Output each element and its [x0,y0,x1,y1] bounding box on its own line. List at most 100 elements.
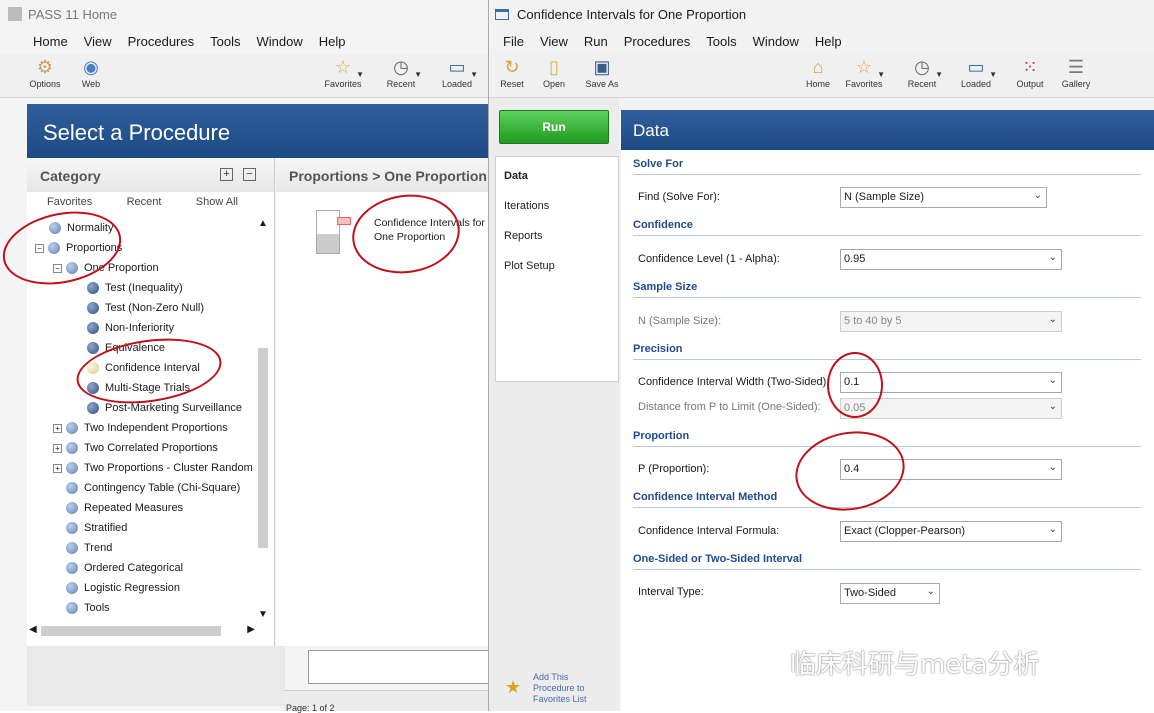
windows-icon: ▭ [448,57,466,77]
menu-home[interactable]: Home [25,34,76,49]
expand-icon[interactable]: + [53,423,62,433]
chevron-down-icon: ▼ [877,70,885,79]
tab-iterations[interactable]: Iterations [496,191,618,221]
tree-horizontal-scrollbar[interactable]: ◀ ▶ [27,624,257,638]
favorites-button[interactable]: ☆ Favorites ▼ [320,56,366,89]
menu-view[interactable]: View [532,34,576,49]
data-panel-title: Data [621,110,1154,150]
expand-icon[interactable]: + [53,463,62,473]
confidence-level-dropdown[interactable]: 0.95 ⌄ [840,249,1062,270]
category-header: Category + − [27,158,274,192]
chevron-down-icon: ⌄ [1048,314,1057,325]
page-status: Page: 1 of 2 [284,690,490,713]
node-icon [87,342,99,354]
scroll-up-icon[interactable]: ▲ [258,218,268,229]
procedure-left-pane: Run Data Iterations Reports Plot Setup ★… [489,98,619,711]
procedure-document-icon[interactable] [316,210,351,254]
loaded-button[interactable]: ▭ Loaded ▼ [953,56,999,89]
star-icon: ☆ [334,57,352,77]
procedure-breadcrumb: Proportions > One Proportion [276,158,490,192]
tree-item-cluster-random[interactable]: + Two Proportions - Cluster Random [53,458,253,478]
scroll-thumb[interactable] [258,348,268,548]
node-icon [66,602,78,614]
chevron-down-icon: ⌄ [1048,375,1057,386]
tab-data[interactable]: Data [496,161,618,191]
tab-plot-setup[interactable]: Plot Setup [496,251,618,281]
home-button[interactable]: ⌂ Home [795,56,841,89]
tree-item-tools[interactable]: Tools [66,598,110,618]
menu-procedures[interactable]: Procedures [120,34,202,49]
tree-item-repeated-measures[interactable]: Repeated Measures [66,498,183,518]
section-sample-size: Sample Size [633,281,1141,298]
node-icon [66,502,78,514]
add-to-favorites-link[interactable]: ★ Add This Procedure to Favorites List [505,672,615,705]
subtab-recent[interactable]: Recent [127,196,162,216]
menu-procedures[interactable]: Procedures [616,34,698,49]
tree-item-ordered-categorical[interactable]: Ordered Categorical [66,558,183,578]
open-button[interactable]: ▯ Open [531,56,577,89]
tree-item-stratified[interactable]: Stratified [66,518,127,538]
recent-button[interactable]: ◷ Recent ▼ [378,56,424,89]
ci-width-label: Confidence Interval Width (Two-Sided): [638,376,830,388]
menu-help[interactable]: Help [311,34,354,49]
bottom-gray-area [27,646,285,706]
node-icon [66,562,78,574]
floppy-disk-icon: ▣ [593,57,611,77]
run-button[interactable]: Run [499,110,609,144]
node-icon [66,482,78,494]
save-as-button[interactable]: ▣ Save As [579,56,625,89]
chevron-down-icon: ▼ [356,70,364,79]
confidence-level-label: Confidence Level (1 - Alpha): [638,253,780,265]
tree-item-logistic-regression[interactable]: Logistic Regression [66,578,180,598]
menu-view[interactable]: View [76,34,120,49]
node-icon [66,522,78,534]
favorites-button[interactable]: ☆ Favorites ▼ [841,56,887,89]
interval-type-dropdown[interactable]: Two-Sided ⌄ [840,583,940,604]
section-solve-for: Solve For [633,158,1141,175]
ci-formula-dropdown[interactable]: Exact (Clopper-Pearson) ⌄ [840,521,1062,542]
home-menu-bar: Home View Procedures Tools Window Help [0,28,490,54]
tree-item-two-independent[interactable]: + Two Independent Proportions [53,418,228,438]
scroll-thumb[interactable] [41,626,221,636]
menu-window[interactable]: Window [745,34,807,49]
gallery-icon: ☰ [1067,57,1085,77]
pass-home-window: PASS 11 Home Home View Procedures Tools … [0,0,490,713]
tree-vertical-scrollbar[interactable]: ▲ ▼ [256,218,270,620]
windows-icon: ▭ [967,57,985,77]
tree-item-two-correlated[interactable]: + Two Correlated Proportions [53,438,218,458]
scroll-left-icon[interactable]: ◀ [29,624,37,635]
reset-button[interactable]: ↻ Reset [489,56,535,89]
menu-help[interactable]: Help [807,34,850,49]
expand-icon[interactable]: + [53,443,62,453]
star-icon: ☆ [855,57,873,77]
subtab-show-all[interactable]: Show All [196,196,238,216]
menu-tools[interactable]: Tools [698,34,744,49]
collapse-all-button[interactable]: − [243,168,256,181]
scroll-down-icon[interactable]: ▼ [258,609,268,620]
web-button[interactable]: ◉ Web [68,56,114,89]
scroll-right-icon[interactable]: ▶ [247,624,255,635]
recent-button[interactable]: ◷ Recent ▼ [899,56,945,89]
find-dropdown[interactable]: N (Sample Size) ⌄ [840,187,1047,208]
expand-all-button[interactable]: + [220,168,233,181]
output-icon: ⁙ [1022,57,1038,77]
loaded-button[interactable]: ▭ Loaded ▼ [434,56,480,89]
procedure-badge-icon [337,217,351,225]
home-title-bar: PASS 11 Home [0,0,490,28]
tab-reports[interactable]: Reports [496,221,618,251]
menu-tools[interactable]: Tools [202,34,248,49]
folder-icon: ▯ [549,57,559,77]
options-button[interactable]: ⚙ Options [22,56,68,89]
tree-item-test-non-zero-null[interactable]: Test (Non-Zero Null) [87,298,204,318]
menu-file[interactable]: File [495,34,532,49]
procedure-window: Confidence Intervals for One Proportion … [488,0,1154,711]
tree-item-non-inferiority[interactable]: Non-Inferiority [87,318,174,338]
reset-icon: ↻ [504,57,520,77]
output-button[interactable]: ⁙ Output [1007,56,1053,89]
tree-item-trend[interactable]: Trend [66,538,112,558]
tree-item-test-inequality[interactable]: Test (Inequality) [87,278,183,298]
menu-window[interactable]: Window [248,34,310,49]
menu-run[interactable]: Run [576,34,616,49]
tree-item-contingency-table[interactable]: Contingency Table (Chi-Square) [66,478,240,498]
gallery-button[interactable]: ☰ Gallery [1053,56,1099,89]
